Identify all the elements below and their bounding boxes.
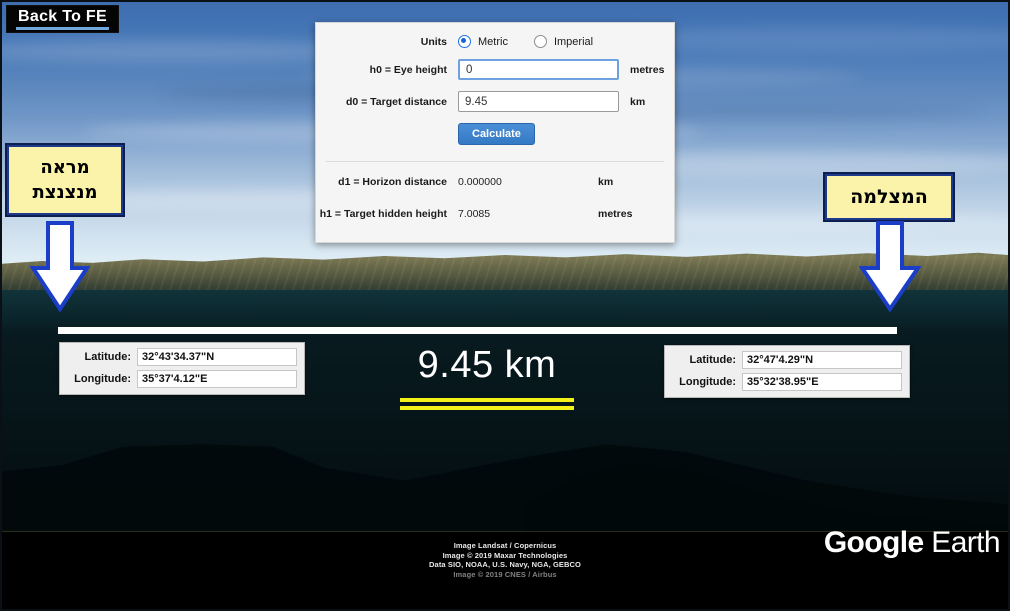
horizon-distance-row: d1 = Horizon distance 0.000000 km <box>316 176 674 188</box>
latitude-field-left[interactable]: 32°43'34.37"N <box>137 348 297 366</box>
horizon-distance-unit: km <box>598 176 614 188</box>
attribution-line-3: Data SIO, NOAA, U.S. Navy, NGA, GEBCO <box>429 560 581 570</box>
eye-height-unit: metres <box>630 63 665 76</box>
measurement-line <box>58 327 897 334</box>
hidden-height-unit: metres <box>598 208 633 220</box>
radio-metric[interactable]: Metric <box>458 35 508 48</box>
radio-imperial[interactable]: Imperial <box>533 35 594 48</box>
radio-imperial-label: Imperial <box>553 35 594 48</box>
back-to-fe-underline <box>16 26 109 30</box>
horizon-distance-value: 0.000000 <box>458 176 502 188</box>
radio-metric-label: Metric <box>478 35 508 48</box>
target-distance-row: d0 = Target distance km <box>316 91 674 112</box>
hidden-height-row: h1 = Target hidden height 7.0085 metres <box>316 208 674 220</box>
hidden-height-label: h1 = Target hidden height <box>319 208 447 220</box>
google-earth-logo-google: Google <box>823 526 924 559</box>
latitude-row-left: Latitude: 32°43'34.37"N <box>67 348 297 366</box>
target-distance-input[interactable] <box>458 91 619 112</box>
longitude-row-left: Longitude: 35°37'4.12"E <box>67 370 297 388</box>
horizon-calculator-panel: Units Metric Imperial h0 = Eye height me… <box>315 22 675 243</box>
annotation-label-mirror-line1: מראה <box>40 157 90 178</box>
longitude-row-right: Longitude: 35°32'38.95"E <box>672 373 902 391</box>
down-arrow-icon-right <box>859 220 921 312</box>
longitude-label-left: Longitude: <box>74 373 131 385</box>
annotation-label-mirror: מראה מנצנצת <box>5 143 125 217</box>
latitude-label-left: Latitude: <box>84 351 131 363</box>
latitude-row-right: Latitude: 32°47'4.29"N <box>672 351 902 369</box>
down-arrow-icon-left <box>30 220 90 312</box>
back-to-fe-button[interactable]: Back To FE <box>6 5 119 33</box>
longitude-field-right[interactable]: 35°32'38.95"E <box>742 373 902 391</box>
units-label: Units <box>420 35 447 48</box>
hidden-height-value: 7.0085 <box>458 208 491 220</box>
calculate-button[interactable]: Calculate <box>458 123 535 145</box>
google-earth-logo: Google Earth <box>823 526 1001 560</box>
google-earth-screenshot: Back To FE מראה מנצנצת המצלמה 9.45 km La… <box>0 0 1010 611</box>
back-to-fe-label: Back To FE <box>18 7 107 25</box>
distance-underline-2 <box>400 406 574 410</box>
target-distance-label: d0 = Target distance <box>345 95 447 108</box>
longitude-field-left[interactable]: 35°37'4.12"E <box>137 370 297 388</box>
button-spacer <box>316 123 458 145</box>
target-distance-unit: km <box>630 95 646 108</box>
annotation-label-camera-text: המצלמה <box>850 186 928 208</box>
latitude-field-right[interactable]: 32°47'4.29"N <box>742 351 902 369</box>
eye-height-label: h0 = Eye height <box>369 63 447 76</box>
radio-metric-icon[interactable] <box>458 35 471 48</box>
eye-height-input[interactable] <box>458 59 619 80</box>
annotation-label-mirror-line2: מנצנצת <box>32 182 98 203</box>
latitude-label-right: Latitude: <box>689 354 736 366</box>
distance-label: 9.45 km <box>381 343 593 410</box>
calculator-results: d1 = Horizon distance 0.000000 km h1 = T… <box>316 162 674 220</box>
eye-height-row: h0 = Eye height metres <box>316 59 674 80</box>
annotation-label-camera: המצלמה <box>823 172 955 222</box>
coordinates-panel-right: Latitude: 32°47'4.29"N Longitude: 35°32'… <box>664 345 910 398</box>
calculator-inputs: Units Metric Imperial h0 = Eye height me… <box>316 23 674 159</box>
coordinates-panel-left: Latitude: 32°43'34.37"N Longitude: 35°37… <box>59 342 305 395</box>
distance-value: 9.45 km <box>417 344 557 386</box>
distance-underline-1 <box>400 398 574 402</box>
units-row: Units Metric Imperial <box>316 35 674 48</box>
longitude-label-right: Longitude: <box>679 376 736 388</box>
horizon-distance-label: d1 = Horizon distance <box>338 176 447 188</box>
radio-imperial-icon[interactable] <box>533 35 547 48</box>
calculate-row: Calculate <box>316 123 674 145</box>
google-earth-logo-earth: Earth <box>923 526 1000 559</box>
attribution-line-4: Image © 2019 CNES / Airbus <box>453 569 557 579</box>
